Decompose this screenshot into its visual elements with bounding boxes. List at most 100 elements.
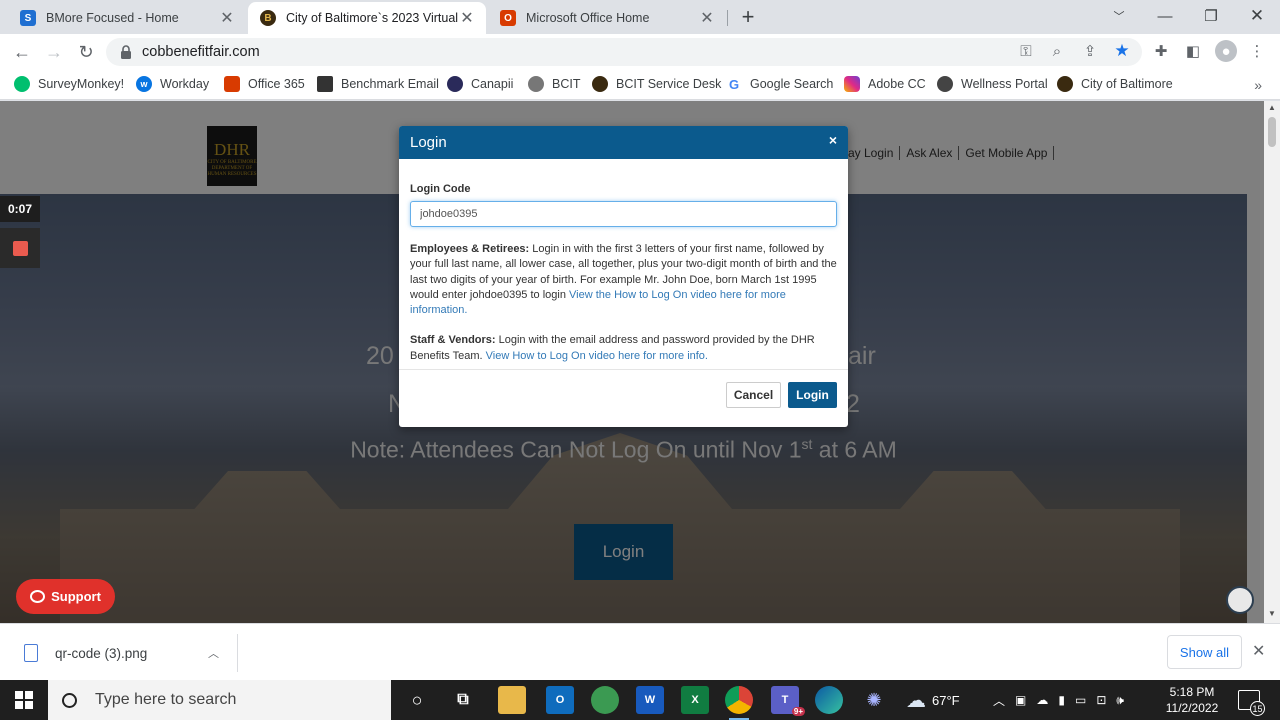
- download-bar-close-icon[interactable]: ✕: [1252, 641, 1265, 661]
- bookmark-wellness-portal[interactable]: Wellness Portal: [937, 76, 1048, 92]
- close-window-button[interactable]: ✕: [1234, 0, 1280, 32]
- bookmark-canapii[interactable]: Canapii: [447, 76, 513, 92]
- taskbar-clock[interactable]: 5:18 PM 11/2/2022: [1160, 684, 1224, 716]
- extensions-icon[interactable]: ✚: [1151, 41, 1171, 61]
- login-code-input[interactable]: [410, 201, 837, 227]
- teams-icon[interactable]: T 9+: [771, 686, 805, 716]
- tab-microsoft-office[interactable]: O Microsoft Office Home ✕: [488, 2, 726, 34]
- bookmark-label: Google Search: [750, 77, 834, 91]
- bcit-icon: [528, 76, 544, 92]
- reload-button[interactable]: ↻: [74, 40, 98, 64]
- scroll-down-icon[interactable]: ▼: [1268, 609, 1276, 618]
- employees-heading: Employees & Retirees:: [410, 243, 530, 255]
- show-hidden-icons[interactable]: ︿: [993, 692, 1005, 709]
- bookmark-label: BCIT Service Desk: [616, 77, 722, 91]
- bookmark-label: SurveyMonkey!: [38, 77, 125, 91]
- canapii-icon: [447, 76, 463, 92]
- bookmark-google-search[interactable]: G Google Search: [726, 76, 833, 92]
- notification-count: 15: [1250, 701, 1265, 716]
- tab-bmore-focused[interactable]: S BMore Focused - Home ✕: [8, 2, 246, 34]
- start-button[interactable]: [0, 680, 48, 720]
- minimize-button[interactable]: —: [1142, 0, 1188, 32]
- windows-logo-icon: [15, 691, 33, 709]
- bookmark-adobe-cc[interactable]: Adobe CC: [844, 76, 926, 92]
- bookmark-benchmark-email[interactable]: Benchmark Email: [317, 76, 439, 92]
- edge-icon[interactable]: [815, 686, 843, 714]
- bookmark-label: Adobe CC: [868, 77, 926, 91]
- bookmark-surveymonkey[interactable]: SurveyMonkey!: [14, 76, 124, 92]
- settings-app-icon[interactable]: ✺: [860, 686, 888, 714]
- login-button[interactable]: Login: [788, 382, 837, 408]
- new-tab-button[interactable]: +: [736, 5, 760, 29]
- modal-close-icon[interactable]: ×: [829, 132, 837, 148]
- word-icon[interactable]: W: [636, 686, 664, 714]
- onedrive-icon[interactable]: ☁: [1036, 693, 1048, 707]
- scroll-up-icon[interactable]: ▲: [1268, 103, 1276, 112]
- excel-icon[interactable]: X: [681, 686, 709, 714]
- tab-search-chevron-icon[interactable]: ﹀: [1096, 0, 1142, 32]
- bookmark-workday[interactable]: w Workday: [136, 76, 209, 92]
- bookmark-star-icon[interactable]: ★: [1112, 41, 1132, 61]
- sharepoint-icon: S: [20, 10, 36, 26]
- search-placeholder: Type here to search: [95, 691, 237, 708]
- outlook-icon[interactable]: O: [546, 686, 574, 714]
- tab-benefit-fair[interactable]: B City of Baltimore`s 2023 Virtual C ✕: [248, 2, 486, 34]
- cortana-icon[interactable]: ○: [403, 686, 431, 714]
- cloud-icon: ☁: [906, 689, 926, 712]
- address-bar[interactable]: cobbenefitfair.com: [106, 38, 1142, 66]
- bookmark-label: Canapii: [471, 77, 514, 91]
- bookmark-office-365[interactable]: Office 365: [224, 76, 305, 92]
- city-seal-icon: [592, 76, 608, 92]
- scrollbar-thumb[interactable]: [1268, 117, 1276, 147]
- forward-button[interactable]: →: [42, 40, 66, 64]
- chevron-up-icon[interactable]: ︿: [208, 645, 219, 661]
- clock-time: 5:18 PM: [1169, 685, 1215, 699]
- bookmark-bcit[interactable]: BCIT: [528, 76, 580, 92]
- weather-widget[interactable]: ☁ 67°F: [906, 680, 960, 720]
- tab-close-icon[interactable]: ✕: [698, 8, 716, 28]
- tab-close-icon[interactable]: ✕: [458, 8, 476, 28]
- tab-title: Microsoft Office Home: [526, 11, 650, 25]
- tab-title: City of Baltimore`s 2023 Virtual C: [286, 11, 458, 25]
- menu-kebab-icon[interactable]: ⋮: [1247, 41, 1267, 61]
- cancel-button[interactable]: Cancel: [726, 382, 781, 408]
- globe-app-icon[interactable]: [591, 686, 619, 714]
- usb-icon[interactable]: ▮: [1058, 693, 1065, 707]
- windows-taskbar: Type here to search ○ ⧉ O W X T 9+ ✺ ☁ 67…: [0, 680, 1280, 720]
- recording-timer: 0:07: [0, 196, 40, 222]
- support-button[interactable]: Support: [16, 579, 115, 614]
- chrome-icon[interactable]: [725, 686, 753, 720]
- employees-instructions: Employees & Retirees: Login in with the …: [410, 242, 837, 318]
- show-all-button[interactable]: Show all: [1167, 635, 1242, 669]
- taskbar-search-box[interactable]: Type here to search: [48, 680, 391, 720]
- support-label: Support: [51, 589, 101, 604]
- notifications-icon[interactable]: 15: [1238, 690, 1265, 716]
- profile-avatar-icon[interactable]: ●: [1215, 40, 1237, 62]
- side-panel-icon[interactable]: ◧: [1183, 41, 1203, 61]
- tab-close-icon[interactable]: ✕: [218, 8, 236, 28]
- staff-video-link[interactable]: View How to Log On video here for more i…: [486, 350, 708, 362]
- volume-icon[interactable]: 🕪: [1116, 693, 1124, 708]
- weather-temp: 67°F: [932, 692, 960, 708]
- bookmark-bcit-service-desk[interactable]: BCIT Service Desk: [592, 76, 721, 92]
- share-icon[interactable]: ⇪: [1080, 41, 1100, 61]
- key-icon[interactable]: ⚿: [1016, 41, 1036, 61]
- staff-heading: Staff & Vendors:: [410, 334, 496, 347]
- task-view-icon[interactable]: ⧉: [449, 686, 477, 714]
- zoom-icon[interactable]: ⌕: [1047, 41, 1067, 61]
- bookmarks-overflow-icon[interactable]: »: [1254, 77, 1262, 93]
- stop-recording-button[interactable]: [0, 228, 40, 268]
- download-item[interactable]: qr-code (3).png ︿: [16, 634, 238, 672]
- file-explorer-icon[interactable]: [498, 686, 526, 714]
- back-button[interactable]: ←: [10, 40, 34, 64]
- battery-icon[interactable]: ▭: [1075, 693, 1086, 707]
- printer-icon[interactable]: ▣: [1015, 693, 1026, 707]
- restore-button[interactable]: ❐: [1188, 0, 1234, 32]
- network-icon[interactable]: ⊡: [1096, 693, 1106, 707]
- cookie-settings-icon[interactable]: [1226, 586, 1254, 614]
- bookmark-label: City of Baltimore: [1081, 77, 1173, 91]
- page-scrollbar[interactable]: ▲ ▼: [1264, 101, 1280, 623]
- bookmark-city-of-baltimore[interactable]: City of Baltimore: [1057, 76, 1173, 92]
- image-file-icon: [24, 644, 38, 662]
- benchmark-icon: [317, 76, 333, 92]
